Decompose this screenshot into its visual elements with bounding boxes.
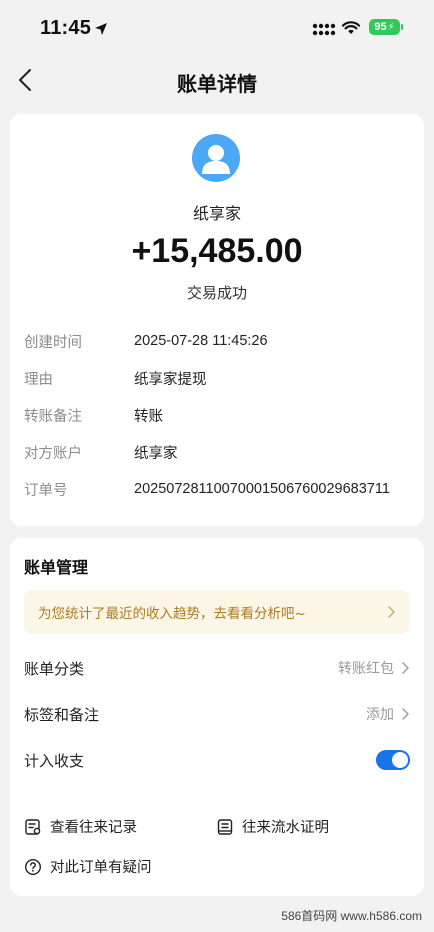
setting-value: 添加 [366, 707, 394, 723]
user-avatar-icon [192, 134, 240, 182]
detail-label: 订单号 [24, 482, 68, 499]
action-label: 对此订单有疑问 [50, 860, 152, 876]
navigation-bar: 账单详情 [0, 50, 434, 110]
view-history-link[interactable]: 查看往来记录 [24, 816, 137, 837]
detail-row-counterparty: 对方账户 纸享家 [24, 441, 414, 463]
bill-management-card: 账单管理 为您统计了最近的收入趋势，去看看分析吧~ 账单分类 转账红包 标签和备… [10, 538, 424, 896]
charging-bolt-icon: ⚡ [387, 21, 395, 33]
section-title: 账单管理 [24, 558, 89, 577]
wifi-icon [342, 21, 360, 34]
tags-notes-row[interactable]: 标签和备注 添加 [24, 702, 410, 726]
record-icon [25, 818, 41, 835]
order-question-link[interactable]: 对此订单有疑问 [24, 856, 152, 877]
detail-label: 创建时间 [24, 334, 82, 351]
chevron-right-icon [402, 662, 409, 674]
detail-label: 转账备注 [24, 408, 82, 425]
transaction-status: 交易成功 [186, 284, 247, 302]
status-time: 11:45 [40, 17, 92, 39]
detail-label: 对方账户 [24, 445, 82, 462]
setting-value-group: 转账红包 [338, 658, 410, 678]
transaction-amount: +15,485.00 [131, 232, 303, 270]
status-bar: 11:45 95 ⚡ [0, 0, 434, 50]
question-icon [24, 858, 42, 875]
setting-label: 计入收支 [24, 751, 85, 770]
setting-value-group: 添加 [366, 704, 410, 724]
chevron-right-icon [402, 708, 409, 720]
bill-category-row[interactable]: 账单分类 转账红包 [24, 656, 410, 680]
include-in-budget-row: 计入收支 [24, 748, 410, 772]
income-trend-banner[interactable]: 为您统计了最近的收入趋势，去看看分析吧~ [24, 590, 410, 634]
cellular-signal-icon [312, 23, 336, 36]
site-watermark: 586首码网 www.h586.com [281, 909, 422, 923]
setting-label: 标签和备注 [24, 705, 100, 724]
location-arrow-icon [95, 23, 107, 35]
chevron-right-icon [388, 606, 395, 618]
action-label: 往来流水证明 [242, 820, 329, 836]
detail-row-reason: 理由 纸享家提现 [24, 367, 414, 389]
battery-level: 95 [374, 21, 387, 33]
page-title: 账单详情 [177, 72, 257, 96]
detail-value: 转账 [134, 408, 163, 425]
merchant-name: 纸享家 [192, 204, 241, 223]
include-in-budget-toggle[interactable] [376, 750, 410, 770]
action-label: 查看往来记录 [50, 820, 137, 836]
transaction-statement-link[interactable]: 往来流水证明 [216, 816, 329, 837]
battery-indicator: 95 ⚡ [369, 19, 403, 35]
detail-row-order-number: 订单号 20250728110070001506760029683711 [24, 478, 414, 500]
detail-value[interactable]: 20250728110070001506760029683711 [134, 481, 390, 497]
transaction-detail-card: 纸享家 +15,485.00 交易成功 创建时间 2025-07-28 11:4… [10, 114, 424, 526]
setting-label: 账单分类 [24, 659, 85, 678]
detail-row-created-time: 创建时间 2025-07-28 11:45:26 [24, 330, 414, 352]
detail-row-transfer-note: 转账备注 转账 [24, 404, 414, 426]
detail-value: 2025-07-28 11:45:26 [134, 333, 268, 349]
statement-icon [217, 818, 233, 835]
insight-text: 为您统计了最近的收入趋势，去看看分析吧~ [38, 606, 306, 622]
setting-value: 转账红包 [338, 661, 394, 677]
detail-value: 纸享家 [134, 445, 178, 462]
detail-value: 纸享家提现 [134, 371, 207, 388]
detail-label: 理由 [24, 371, 53, 388]
